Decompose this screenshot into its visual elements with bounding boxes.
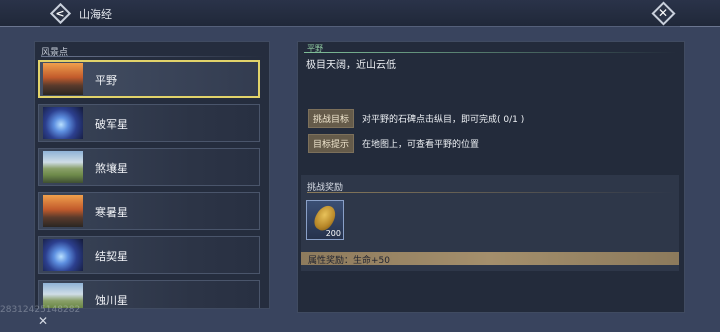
- scenic-spot-list: 平野 破军星 煞壤星 寒暑星 结契星 蚀川星: [38, 60, 264, 308]
- list-item[interactable]: 寒暑星: [38, 192, 260, 230]
- goal-hint-row: 目标提示 在地图上，可查看平野的位置: [308, 134, 479, 153]
- spot-thumbnail: [43, 195, 83, 227]
- scenic-spot-panel: 风景点 平野 破军星 煞壤星 寒暑星 结契星 蚀川星: [34, 41, 270, 309]
- spot-name: 寒暑星: [95, 206, 128, 219]
- reward-divider: [307, 192, 675, 193]
- reward-item-slot[interactable]: 200: [306, 200, 344, 240]
- list-item[interactable]: 煞壤星: [38, 148, 260, 186]
- spot-name: 蚀川星: [95, 294, 128, 307]
- spot-name: 结契星: [95, 250, 128, 263]
- corner-ornament-right: [680, 0, 720, 27]
- list-item[interactable]: 破军星: [38, 104, 260, 142]
- spot-name: 破军星: [95, 118, 128, 131]
- spot-thumbnail: [43, 107, 83, 139]
- spot-description: 极目天阔，近山云低: [306, 60, 396, 71]
- spot-name: 平野: [95, 74, 117, 87]
- spot-thumbnail: [43, 239, 83, 271]
- challenge-goal-row: 挑战目标 对平野的石碑点击纵目，即可完成( 0/1 ): [308, 109, 524, 128]
- reward-count: 200: [325, 229, 341, 238]
- section-divider: [41, 56, 263, 57]
- close-icon[interactable]: ✕: [38, 314, 48, 328]
- hint-label: 目标提示: [308, 134, 355, 153]
- goal-text: 对平野的石碑点击纵目，即可完成( 0/1 ): [362, 115, 525, 125]
- hint-text: 在地图上，可查看平野的位置: [362, 140, 480, 150]
- attribute-reward-bar: 属性奖励：生命+50: [301, 252, 679, 266]
- spot-thumbnail: [43, 151, 83, 183]
- corner-ornament-left: [0, 0, 40, 27]
- goal-label: 挑战目标: [308, 109, 355, 128]
- list-item[interactable]: 平野: [38, 60, 260, 98]
- spot-thumbnail: [43, 63, 83, 95]
- chevron-left-icon: <: [55, 6, 65, 20]
- page-title: 山海经: [79, 8, 112, 21]
- back-button[interactable]: <: [48, 2, 72, 24]
- detail-divider: [304, 52, 676, 53]
- attribute-reward-text: 属性奖励：生命+50: [308, 256, 390, 266]
- close-button[interactable]: ✕: [648, 0, 678, 26]
- list-item[interactable]: 结契星: [38, 236, 260, 274]
- spot-detail-panel: 平野 极目天阔，近山云低 挑战目标 对平野的石碑点击纵目，即可完成( 0/1 )…: [297, 41, 685, 313]
- top-bar: < 山海经 ✕: [0, 0, 720, 27]
- close-icon: ✕: [657, 6, 669, 20]
- spot-name: 煞壤星: [95, 162, 128, 175]
